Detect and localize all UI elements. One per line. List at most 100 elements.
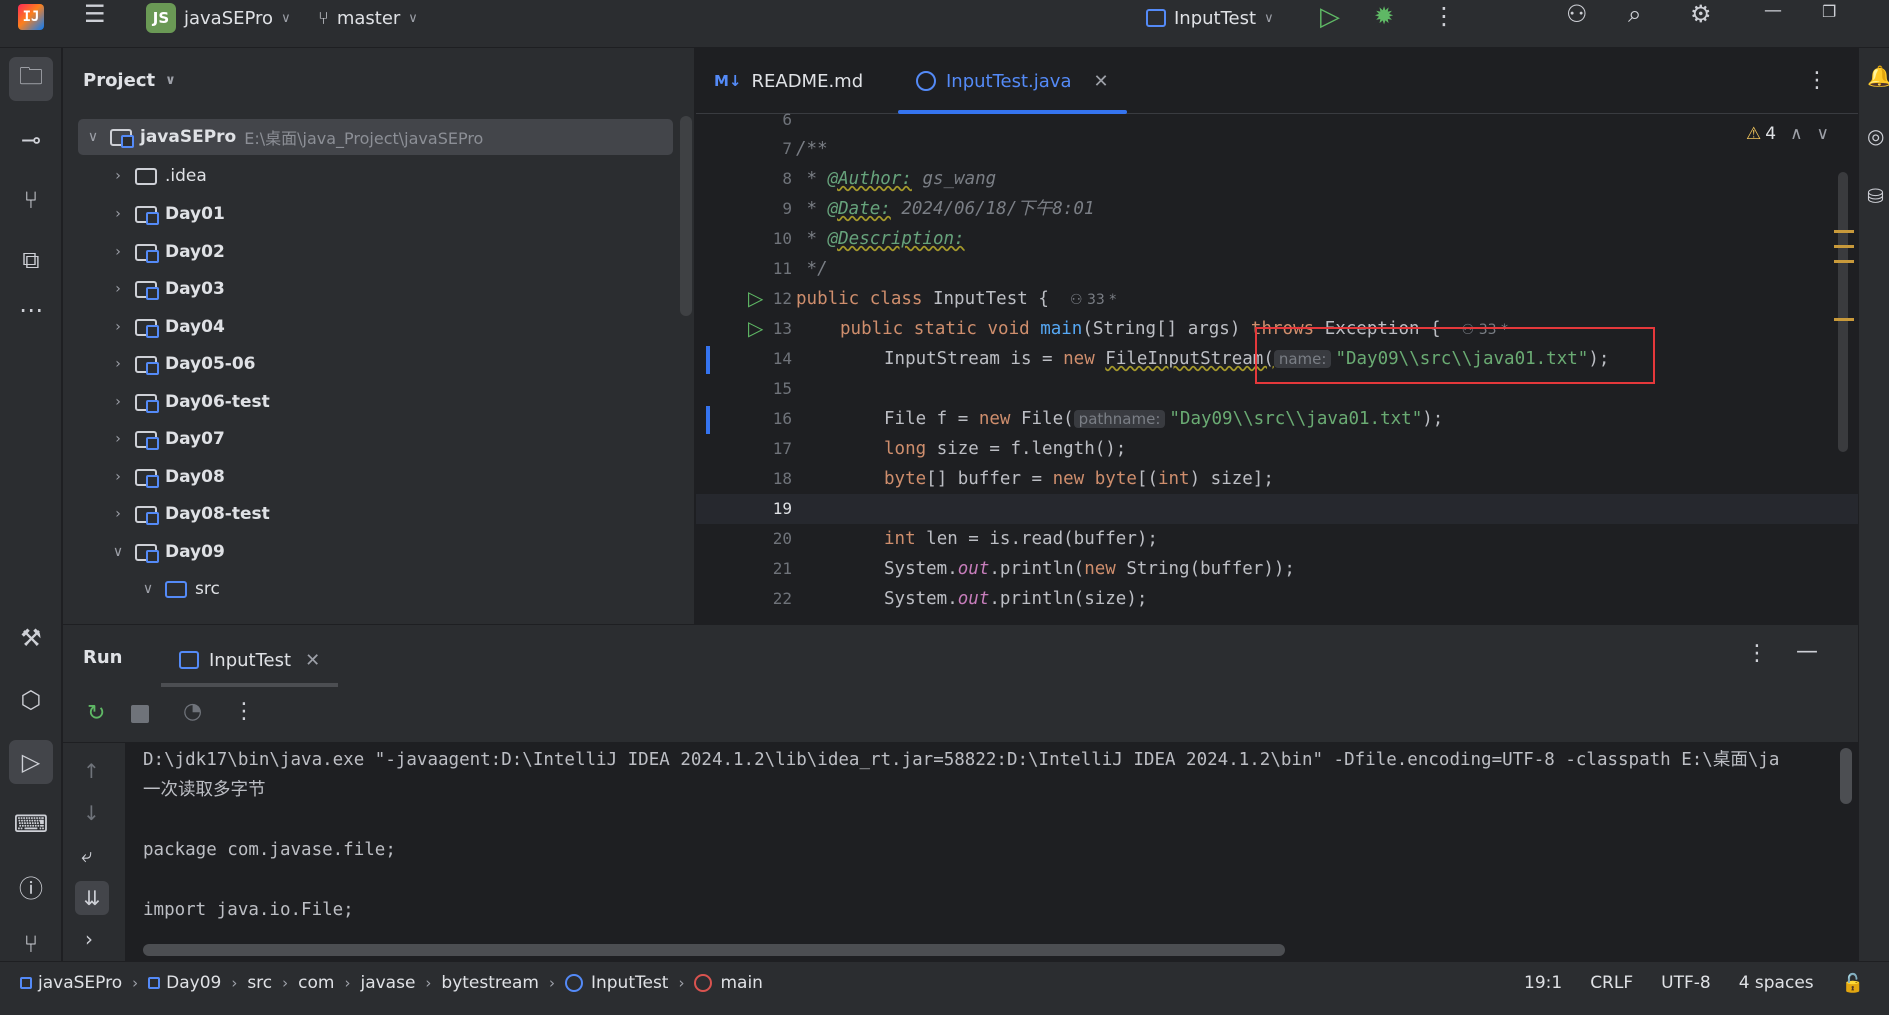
- console-line[interactable]: D:\jdk17\bin\java.exe "-javaagent:D:\Int…: [143, 745, 1858, 775]
- build-hammer-icon[interactable]: ⚒: [9, 616, 53, 660]
- breadcrumb-item[interactable]: javase: [360, 973, 415, 993]
- warning-marker[interactable]: [1834, 245, 1854, 248]
- code-line-12[interactable]: public class InputTest { ⚇ 33 *: [796, 284, 1116, 314]
- project-panel-header[interactable]: Project ∨: [83, 70, 176, 91]
- breadcrumb-item[interactable]: main: [720, 973, 762, 993]
- breadcrumb-item[interactable]: Day09: [166, 973, 221, 993]
- intellij-logo-icon[interactable]: IJ: [18, 4, 44, 30]
- code-line-18[interactable]: byte[] buffer = new byte[(int) size];: [884, 464, 1274, 494]
- database-icon[interactable]: ⛁: [1867, 184, 1884, 208]
- breadcrumb-item[interactable]: javaSEPro: [38, 973, 122, 993]
- run-gutter-icon[interactable]: ▷: [748, 316, 763, 340]
- services-icon[interactable]: ⬡: [9, 678, 53, 722]
- project-switcher[interactable]: JS javaSEPro ∨: [146, 0, 291, 36]
- rerun-icon[interactable]: ↻: [87, 701, 105, 726]
- tree-item-day09[interactable]: ∨ Day09: [107, 534, 225, 570]
- vcs-change-marker[interactable]: [706, 346, 710, 374]
- git-icon[interactable]: ⑂: [9, 926, 53, 962]
- chevron-right-icon[interactable]: ›: [85, 927, 93, 951]
- minimize-icon[interactable]: —: [1764, 0, 1782, 21]
- breadcrumb-item[interactable]: InputTest: [591, 973, 669, 993]
- vcs-change-marker[interactable]: [706, 406, 710, 434]
- warning-marker[interactable]: [1834, 230, 1854, 233]
- structure-icon[interactable]: ⧉: [9, 238, 53, 282]
- code-line-7[interactable]: /**: [796, 134, 828, 164]
- console-horizontal-scrollbar[interactable]: [143, 944, 1285, 956]
- tabs-more-icon[interactable]: ⋮: [1806, 68, 1828, 93]
- restore-icon[interactable]: ❐: [1822, 2, 1836, 21]
- code-line-9[interactable]: * @Date: 2024/06/18/下午8:01: [796, 194, 1095, 224]
- warning-marker[interactable]: [1834, 260, 1854, 263]
- notifications-icon[interactable]: 🔔: [1867, 64, 1889, 88]
- pull-requests-icon[interactable]: ⑂: [9, 178, 53, 222]
- console-line[interactable]: import java.io.File;: [143, 895, 354, 925]
- more-tools-icon[interactable]: ⋯: [9, 288, 53, 332]
- breadcrumb-item[interactable]: src: [247, 973, 272, 993]
- tree-item-day01[interactable]: › Day01: [107, 196, 225, 232]
- chevron-up-icon[interactable]: ∧: [1790, 124, 1802, 144]
- lock-icon[interactable]: 🔓: [1842, 973, 1864, 994]
- tree-item-day08[interactable]: › Day08: [107, 459, 225, 495]
- code-line-22[interactable]: System.out.println(size);: [884, 584, 1147, 614]
- run-icon[interactable]: ▷: [1320, 2, 1340, 32]
- run-config-selector[interactable]: InputTest ∨: [1146, 0, 1274, 36]
- debug-icon[interactable]: ✹: [1374, 2, 1394, 30]
- console-line[interactable]: 一次读取多字节: [143, 775, 266, 805]
- code-line-17[interactable]: long size = f.length();: [884, 434, 1126, 464]
- author-hint[interactable]: ⚇ 33 *: [1070, 292, 1116, 308]
- project-scrollbar[interactable]: [680, 116, 692, 316]
- branch-switcher[interactable]: ⑂ master ∨: [318, 0, 418, 36]
- code-line-20[interactable]: int len = is.read(buffer);: [884, 524, 1158, 554]
- add-user-icon[interactable]: ⚇: [1566, 0, 1588, 28]
- inspection-widget[interactable]: ⚠ 4 ∧ ∨: [1746, 124, 1829, 144]
- code-line-8[interactable]: * @Author: gs_wang: [796, 164, 997, 194]
- arrow-up-icon[interactable]: ↑: [83, 759, 100, 783]
- tree-item-day03[interactable]: › Day03: [107, 271, 225, 307]
- editor-scrollbar[interactable]: [1838, 172, 1848, 452]
- stop-icon[interactable]: [131, 705, 149, 723]
- hide-panel-icon[interactable]: —: [1796, 639, 1818, 664]
- run-more-icon[interactable]: ⋮: [1746, 641, 1768, 666]
- console-vertical-scrollbar[interactable]: [1840, 748, 1852, 804]
- ai-assistant-icon[interactable]: ◎: [1867, 124, 1884, 148]
- warning-marker[interactable]: [1834, 318, 1854, 321]
- tree-item-day08-test[interactable]: › Day08-test: [107, 496, 270, 532]
- tree-item-src[interactable]: ∨ src: [137, 571, 220, 607]
- run-tab-inputtest[interactable]: InputTest ✕: [161, 637, 339, 687]
- console-line[interactable]: package com.javase.file;: [143, 835, 396, 865]
- tree-item-day07[interactable]: › Day07: [107, 421, 225, 457]
- tree-item-root[interactable]: ∨ javaSEPro E:\桌面\java_Project\javaSEPro: [78, 119, 673, 155]
- problems-icon[interactable]: ⓘ: [9, 864, 53, 908]
- breadcrumb-item[interactable]: com: [298, 973, 334, 993]
- chevron-down-icon[interactable]: ∨: [1817, 124, 1829, 144]
- terminal-icon[interactable]: ⌨: [9, 802, 53, 846]
- run-tool-icon[interactable]: ▷: [9, 740, 53, 784]
- close-icon[interactable]: ✕: [305, 650, 320, 671]
- caret-position[interactable]: 19:1: [1524, 973, 1562, 993]
- tree-item-day04[interactable]: › Day04: [107, 309, 225, 345]
- project-folder-icon[interactable]: 🗀: [9, 57, 53, 101]
- code-line-11[interactable]: */: [796, 254, 828, 284]
- code-line-10[interactable]: * @Description:: [796, 224, 965, 254]
- code-line-21[interactable]: System.out.println(new String(buffer));: [884, 554, 1295, 584]
- search-icon[interactable]: ⌕: [1628, 0, 1641, 28]
- breadcrumb-item[interactable]: bytestream: [441, 973, 539, 993]
- indent-setting[interactable]: 4 spaces: [1739, 973, 1814, 993]
- line-ending[interactable]: CRLF: [1590, 973, 1633, 993]
- settings-icon[interactable]: ⚙: [1690, 0, 1712, 28]
- tab-readme[interactable]: M↓ README.md: [714, 48, 863, 114]
- code-line-16[interactable]: File f = new File(pathname: "Day09\\src\\…: [884, 404, 1443, 434]
- commit-icon[interactable]: ⊸: [9, 118, 53, 162]
- more-actions-icon[interactable]: ⋮: [233, 699, 255, 724]
- arrow-down-icon[interactable]: ↓: [83, 801, 100, 825]
- tab-inputtest[interactable]: InputTest.java ✕: [898, 48, 1127, 114]
- tree-item-day02[interactable]: › Day02: [107, 234, 225, 270]
- tree-item-day05-06[interactable]: › Day05-06: [107, 346, 256, 382]
- run-gutter-icon[interactable]: ▷: [748, 286, 763, 310]
- tree-item-idea[interactable]: › .idea: [107, 158, 207, 194]
- close-icon[interactable]: ✕: [1094, 71, 1109, 92]
- soft-wrap-icon[interactable]: ⤶: [81, 843, 92, 867]
- file-encoding[interactable]: UTF-8: [1661, 973, 1711, 993]
- tree-item-day06-test[interactable]: › Day06-test: [107, 384, 270, 420]
- more-icon[interactable]: ⋮: [1432, 2, 1456, 30]
